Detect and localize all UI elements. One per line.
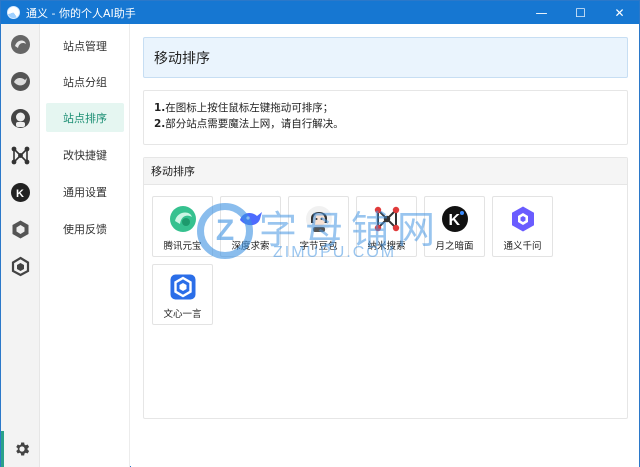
site-tile-wenxin[interactable]: 文心一言 <box>152 264 213 325</box>
doubao-icon <box>305 205 333 233</box>
menu-item-general-settings[interactable]: 通用设置 <box>46 177 124 206</box>
site-tile-doubao[interactable]: 字节豆包 <box>288 196 349 257</box>
tile-label: 文心一言 <box>163 309 202 320</box>
rail-deepseek-icon[interactable] <box>10 71 31 92</box>
tile-label: 纳米搜索 <box>367 241 406 252</box>
gear-icon <box>15 442 29 456</box>
tile-label: 腾讯元宝 <box>163 241 202 252</box>
window-controls: — ☐ ✕ <box>522 1 639 24</box>
rail-tongyi-icon[interactable] <box>10 219 31 240</box>
main-content: 移动排序 1.在图标上按住鼠标左键拖动可排序； 2.部分站点需要魔法上网，请自行… <box>131 24 639 467</box>
page-title: 移动排序 <box>143 37 628 78</box>
window-title: 通义 - 你的个人AI助手 <box>26 6 136 20</box>
minimize-button[interactable]: — <box>522 1 561 24</box>
menu-item-shortcuts[interactable]: 改快捷键 <box>46 140 124 169</box>
kimi-icon: K <box>441 205 469 233</box>
tongyi-app-icon <box>7 6 20 19</box>
sort-panel-title: 移动排序 <box>144 158 627 185</box>
tile-label: 深度求索 <box>231 241 270 252</box>
instruction-line: 2.部分站点需要魔法上网，请自行解决。 <box>154 118 344 130</box>
close-button[interactable]: ✕ <box>600 1 639 24</box>
svg-text:K: K <box>448 212 460 229</box>
settings-menu: 站点管理 站点分组 站点排序 改快捷键 通用设置 使用反馈 <box>40 24 130 467</box>
app-window: 通义 - 你的个人AI助手 — ☐ ✕ K 站点管理 站点分组 站点排序 改快捷… <box>0 0 640 467</box>
site-tile-deepseek[interactable]: 深度求索 <box>220 196 281 257</box>
menu-item-feedback[interactable]: 使用反馈 <box>46 214 124 243</box>
maximize-button[interactable]: ☐ <box>561 1 600 24</box>
rail-kimi-icon[interactable]: K <box>10 182 31 203</box>
site-tile-yuanbao[interactable]: 腾讯元宝 <box>152 196 213 257</box>
instruction-line: 1.在图标上按住鼠标左键拖动可排序； <box>154 102 334 114</box>
yuanbao-icon <box>169 205 197 233</box>
wenxin-icon <box>169 273 197 301</box>
rail-doubao-icon[interactable] <box>10 108 31 129</box>
menu-item-site-sort[interactable]: 站点排序 <box>46 103 124 132</box>
settings-gear-button[interactable] <box>1 431 39 467</box>
menu-item-site-groups[interactable]: 站点分组 <box>46 67 124 96</box>
deepseek-icon <box>237 205 265 233</box>
tile-label: 月之暗面 <box>435 241 474 252</box>
rail-yuanbao-icon[interactable] <box>10 34 31 55</box>
tile-label: 通义千问 <box>503 241 542 252</box>
site-tile-tongyi[interactable]: 通义千问 <box>492 196 553 257</box>
tongyi-icon <box>509 205 537 233</box>
menu-item-site-management[interactable]: 站点管理 <box>46 31 124 60</box>
rail-nami-icon[interactable] <box>10 145 31 166</box>
site-tile-nami[interactable]: 纳米搜索 <box>356 196 417 257</box>
site-tile-kimi[interactable]: K 月之暗面 <box>424 196 485 257</box>
site-icon-rail: K <box>1 24 40 467</box>
rail-wenxin-icon[interactable] <box>10 256 31 277</box>
title-bar[interactable]: 通义 - 你的个人AI助手 — ☐ ✕ <box>1 1 639 24</box>
tile-label: 字节豆包 <box>299 241 338 252</box>
nami-icon <box>373 205 401 233</box>
sort-panel: 移动排序 腾讯元宝 深度求索 字节豆包 纳米搜索 K 月之暗面 通义千问 文心一… <box>143 157 628 419</box>
instructions-box: 1.在图标上按住鼠标左键拖动可排序； 2.部分站点需要魔法上网，请自行解决。 <box>143 90 628 145</box>
svg-text:K: K <box>16 188 24 200</box>
